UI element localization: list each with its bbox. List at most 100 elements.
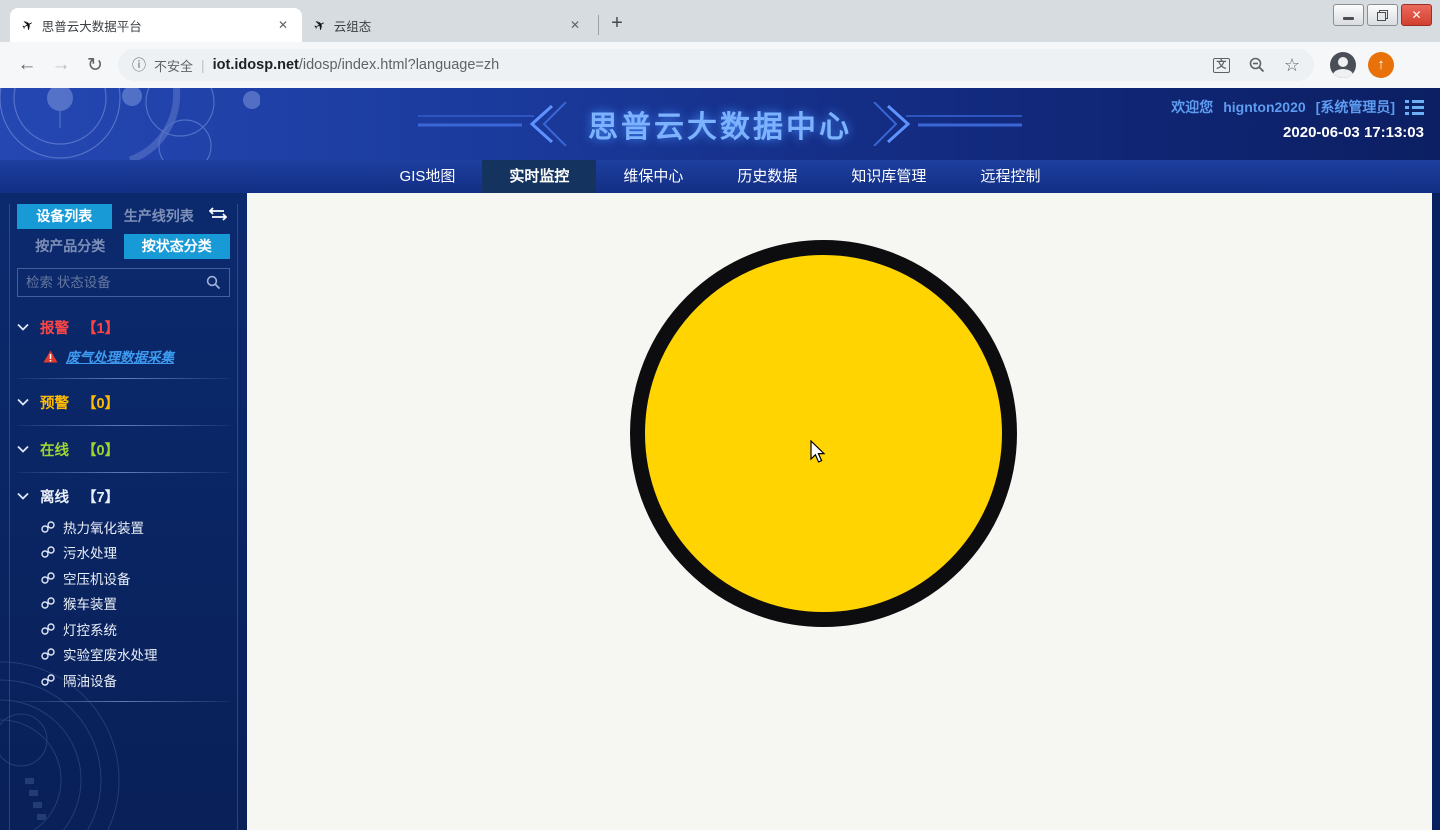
tab-production-line-list[interactable]: 生产线列表 <box>112 204 207 229</box>
tree-group-offline[interactable]: 离线【7】 <box>17 480 230 512</box>
chevron-down-icon <box>17 398 29 406</box>
url-separator: | <box>201 57 205 73</box>
url-host: iot.idosp.net <box>213 57 299 73</box>
nav-item-history-data[interactable]: 历史数据 <box>710 160 824 193</box>
tab-close-icon[interactable]: ✕ <box>566 16 584 34</box>
browser-tab-bar: ✈ 思普云大数据平台 ✕ ✈ 云组态 ✕ + ✕ <box>0 0 1440 42</box>
offline-device-item[interactable]: 实验室废水处理 <box>41 642 230 668</box>
profile-avatar[interactable] <box>1330 52 1356 78</box>
offline-device-label[interactable]: 实验室废水处理 <box>63 644 158 664</box>
device-search-box <box>17 268 230 297</box>
user-role: [系统管理员] <box>1316 97 1395 117</box>
datetime-display: 2020-06-03 17:13:03 <box>1171 124 1424 141</box>
welcome-label: 欢迎您 <box>1171 97 1213 117</box>
offline-device-label[interactable]: 猴车装置 <box>63 593 117 613</box>
nav-item-realtime-monitor[interactable]: 实时监控 <box>482 160 596 193</box>
nav-item-knowledge-base[interactable]: 知识库管理 <box>824 160 953 193</box>
alarm-device-label[interactable]: 废气处理数据采集 <box>66 346 174 366</box>
device-status-tree: 报警【1】 废气处理数据采集 预警【0】 在线【0】 <box>17 311 230 702</box>
main-navigation: GIS地图 实时监控 维保中心 历史数据 知识库管理 远程控制 <box>0 160 1440 193</box>
search-icon[interactable] <box>206 275 221 290</box>
offline-device-item[interactable]: 灯控系统 <box>41 616 230 642</box>
offline-device-item[interactable]: 隔油设备 <box>41 667 230 693</box>
broken-link-icon <box>41 674 55 686</box>
divider <box>17 472 230 473</box>
web-page: 思普云大数据中心 欢迎您 hignton2020 [系统管理员] 2020-06… <box>0 88 1440 830</box>
browser-tab-2[interactable]: ✈ 云组态 ✕ <box>302 8 594 42</box>
site-header: 思普云大数据中心 欢迎您 hignton2020 [系统管理员] 2020-06… <box>0 88 1440 160</box>
divider <box>17 378 230 379</box>
window-close-button[interactable]: ✕ <box>1401 4 1432 26</box>
translate-icon[interactable]: 文 <box>1213 58 1230 73</box>
broken-link-icon <box>41 521 55 533</box>
tab-favicon-icon: ✈ <box>19 15 37 36</box>
alarm-device-link[interactable]: 废气处理数据采集 <box>43 346 230 366</box>
offline-device-item[interactable]: 猴车装置 <box>41 591 230 617</box>
tab-by-product[interactable]: 按产品分类 <box>17 234 124 259</box>
offline-device-item[interactable]: 热力氧化装置 <box>41 514 230 540</box>
broken-link-icon <box>41 572 55 584</box>
offline-device-label[interactable]: 隔油设备 <box>63 670 117 690</box>
window-restore-button[interactable] <box>1367 4 1398 26</box>
offline-device-label[interactable]: 污水处理 <box>63 542 117 562</box>
zoom-out-icon[interactable] <box>1248 56 1266 74</box>
browser-update-icon[interactable]: ↑ <box>1368 52 1394 78</box>
broken-link-icon <box>41 623 55 635</box>
offline-device-label[interactable]: 空压机设备 <box>63 568 131 588</box>
window-minimize-button[interactable] <box>1333 4 1364 26</box>
offline-device-label[interactable]: 热力氧化装置 <box>63 517 144 537</box>
tab-by-status[interactable]: 按状态分类 <box>124 234 231 259</box>
nav-item-maintenance-center[interactable]: 维保中心 <box>596 160 710 193</box>
new-tab-button[interactable]: + <box>603 10 631 38</box>
tree-group-warning[interactable]: 预警【0】 <box>17 386 230 418</box>
username[interactable]: hignton2020 <box>1223 99 1305 115</box>
nav-item-remote-control[interactable]: 远程控制 <box>953 160 1067 193</box>
offline-device-list: 热力氧化装置 污水处理 空压机设备 <box>17 514 230 693</box>
menu-list-icon[interactable] <box>1405 100 1424 115</box>
close-icon: ✕ <box>1411 8 1421 22</box>
chevron-down-icon <box>17 445 29 453</box>
tab-title: 云组态 <box>334 16 558 35</box>
browser-url-bar: ← → ↻ ⓘ 不安全 | iot.idosp.net /idosp/index… <box>0 42 1440 88</box>
page-title: 思普云大数据中心 <box>588 102 852 146</box>
info-icon[interactable]: ⓘ <box>132 55 146 75</box>
security-label: 不安全 <box>154 56 193 75</box>
offline-device-item[interactable]: 污水处理 <box>41 540 230 566</box>
device-search-input[interactable] <box>26 275 206 290</box>
monitor-canvas[interactable] <box>247 193 1432 830</box>
tree-group-alarm[interactable]: 报警【1】 <box>17 311 230 343</box>
tab-title: 思普云大数据平台 <box>42 16 266 35</box>
device-sidebar: 设备列表 生产线列表 按产品分类 按状态分类 <box>0 193 247 830</box>
nav-item-gis-map[interactable]: GIS地图 <box>373 160 483 193</box>
warning-triangle-icon <box>43 350 58 363</box>
divider <box>17 701 230 702</box>
content-area: 设备列表 生产线列表 按产品分类 按状态分类 <box>0 193 1440 830</box>
minimize-icon <box>1343 17 1354 20</box>
offline-device-label[interactable]: 灯控系统 <box>63 619 117 639</box>
divider <box>17 425 230 426</box>
tab-close-icon[interactable]: ✕ <box>274 16 292 34</box>
title-left-bracket-decoration <box>418 102 568 146</box>
broken-link-icon <box>41 597 55 609</box>
broken-link-icon <box>41 648 55 660</box>
title-right-bracket-decoration <box>872 102 1022 146</box>
url-path: /idosp/index.html?language=zh <box>299 57 499 73</box>
offline-device-item[interactable]: 空压机设备 <box>41 565 230 591</box>
back-icon[interactable]: ← <box>10 54 44 76</box>
chevron-down-icon <box>17 323 29 331</box>
tab-favicon-icon: ✈ <box>311 15 329 36</box>
forward-icon[interactable]: → <box>44 54 78 76</box>
tab-device-list[interactable]: 设备列表 <box>17 204 112 229</box>
bookmark-star-icon[interactable]: ☆ <box>1284 55 1300 76</box>
tab-separator <box>598 15 599 35</box>
yellow-circle-graphic[interactable] <box>630 240 1017 627</box>
reload-icon[interactable]: ↻ <box>78 54 112 77</box>
broken-link-icon <box>41 546 55 558</box>
restore-icon <box>1377 10 1388 21</box>
tree-group-online[interactable]: 在线【0】 <box>17 433 230 465</box>
window-controls: ✕ <box>1333 4 1432 26</box>
chevron-down-icon <box>17 492 29 500</box>
browser-tab-1[interactable]: ✈ 思普云大数据平台 ✕ <box>10 8 302 42</box>
swap-icon[interactable] <box>206 207 230 226</box>
address-field[interactable]: ⓘ 不安全 | iot.idosp.net /idosp/index.html?… <box>118 49 1314 81</box>
